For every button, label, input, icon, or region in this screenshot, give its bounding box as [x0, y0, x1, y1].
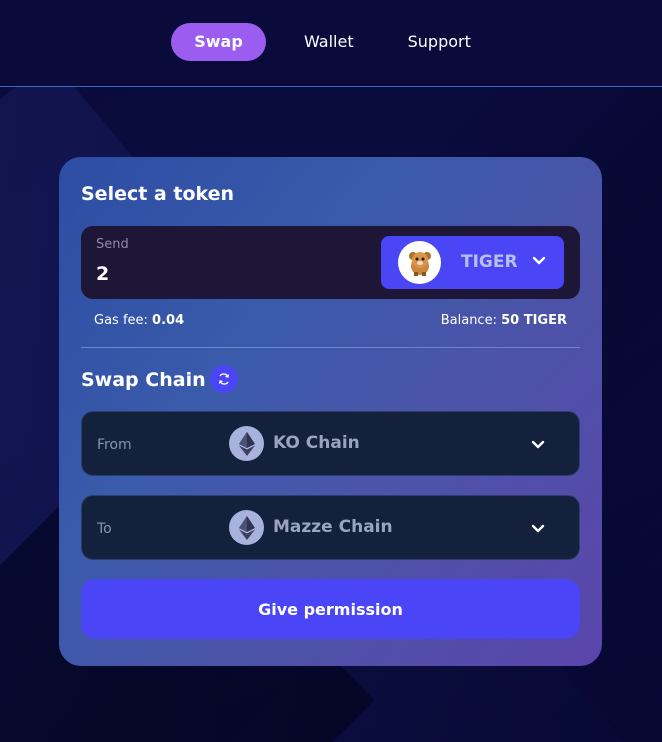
to-label: To	[97, 521, 112, 537]
token-select-button[interactable]: TIGER	[381, 236, 564, 289]
swap-chain-title: Swap Chain	[81, 369, 206, 391]
to-chain-name: Mazze Chain	[273, 517, 393, 537]
nav-wallet[interactable]: Wallet	[280, 23, 378, 61]
nav-swap[interactable]: Swap	[171, 23, 266, 61]
gas-fee-label: Gas fee:	[94, 313, 148, 328]
ethereum-icon	[229, 510, 264, 545]
refresh-icon[interactable]	[210, 365, 238, 393]
top-nav-bar: Swap Wallet Support	[0, 0, 662, 87]
token-name: TIGER	[461, 252, 518, 272]
main-nav: Swap Wallet Support	[171, 23, 495, 61]
chevron-down-icon	[531, 440, 545, 449]
tiger-icon	[398, 241, 441, 284]
to-chain-select[interactable]: To Mazze Chain	[81, 495, 580, 560]
send-amount-input[interactable]	[96, 260, 296, 288]
gas-fee-value: 0.04	[152, 313, 185, 328]
balance: Balance: 50 TIGER	[441, 313, 567, 328]
balance-value: 50 TIGER	[501, 313, 567, 328]
give-permission-button[interactable]: Give permission	[81, 579, 580, 639]
chevron-down-icon	[532, 256, 546, 265]
balance-label: Balance:	[440, 313, 497, 328]
send-label: Send	[96, 237, 129, 252]
ethereum-icon	[229, 426, 264, 461]
send-box: Send TIGER	[81, 226, 580, 299]
chevron-down-icon	[531, 524, 545, 533]
swap-card: Select a token Send TIGER	[59, 157, 602, 666]
card-title: Select a token	[81, 183, 235, 205]
from-chain-name: KO Chain	[273, 433, 360, 453]
gas-fee: Gas fee: 0.04	[94, 313, 184, 328]
from-label: From	[97, 437, 132, 453]
from-chain-select[interactable]: From KO Chain	[81, 411, 580, 476]
divider	[81, 347, 580, 348]
nav-support[interactable]: Support	[384, 23, 495, 61]
